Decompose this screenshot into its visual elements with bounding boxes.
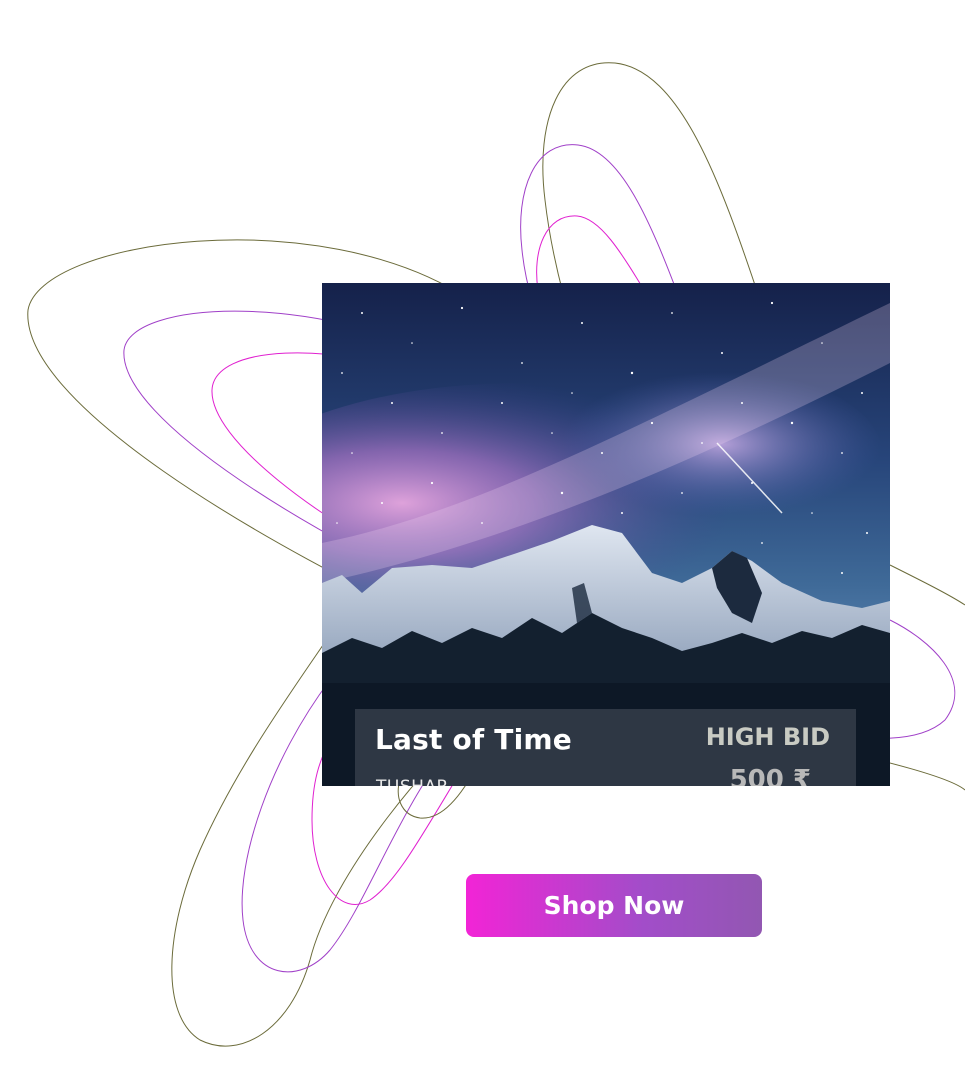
high-bid-value: 500 ₹ — [729, 765, 811, 786]
creator-name: TUSHAR — [376, 777, 449, 786]
shop-now-button[interactable]: Shop Now — [466, 874, 762, 937]
hero-section: Last of Time HIGH BID TUSHAR 500 ₹ Shop … — [0, 0, 965, 1073]
high-bid-label: HIGH BID — [705, 723, 830, 751]
nft-info-panel: Last of Time HIGH BID TUSHAR 500 ₹ — [355, 709, 856, 786]
nft-title: Last of Time — [375, 723, 572, 756]
nft-card[interactable]: Last of Time HIGH BID TUSHAR 500 ₹ — [322, 283, 890, 786]
